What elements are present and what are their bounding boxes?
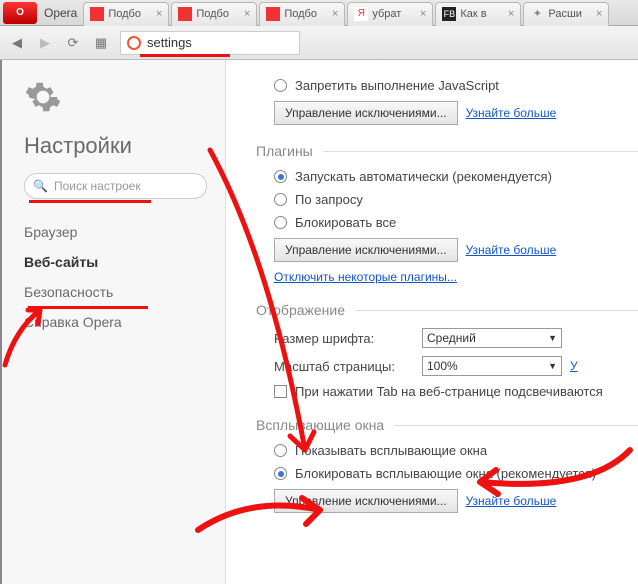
chevron-down-icon: ▼ xyxy=(548,333,557,343)
close-icon[interactable]: × xyxy=(508,8,514,20)
js-learn-link[interactable]: Узнайте больше xyxy=(466,106,557,120)
opera-menu-button[interactable]: O xyxy=(3,2,37,24)
tab-5[interactable]: ✦Расши× xyxy=(523,2,609,26)
bars-icon xyxy=(266,7,280,21)
close-icon[interactable]: × xyxy=(244,8,250,20)
yandex-icon: Я xyxy=(354,7,368,21)
tab-0[interactable]: Подбо× xyxy=(83,2,169,26)
sidebar-item-security[interactable]: Безопасность xyxy=(24,277,207,307)
back-button[interactable]: ◀ xyxy=(8,34,26,52)
sidebar-item-browser[interactable]: Браузер xyxy=(24,217,207,247)
tabstrip: Подбо× Подбо× Подбо× Яубрат× FBКак в× ✦Р… xyxy=(83,0,638,26)
section-popups: Всплывающие окна xyxy=(256,417,638,433)
plugins-exceptions-button[interactable]: Управление исключениями... xyxy=(274,238,458,262)
checkbox-tab-highlight[interactable] xyxy=(274,385,287,398)
fb-icon: FB xyxy=(442,7,456,21)
plugins-learn-link[interactable]: Узнайте больше xyxy=(466,243,557,257)
font-size-label: Размер шрифта: xyxy=(274,331,414,346)
radio-plugins-ondemand[interactable] xyxy=(274,193,287,206)
search-input[interactable]: 🔍 Поиск настроек xyxy=(24,173,207,199)
section-display: Отображение xyxy=(256,302,638,318)
popups-exceptions-button[interactable]: Управление исключениями... xyxy=(274,489,458,513)
close-icon[interactable]: × xyxy=(420,8,426,20)
zoom-select[interactable]: 100%▼ xyxy=(422,356,562,376)
puzzle-icon: ✦ xyxy=(530,7,544,21)
speed-dial-button[interactable]: ▦ xyxy=(92,34,110,52)
bars-icon xyxy=(178,7,192,21)
zoom-learn-link[interactable]: У xyxy=(570,359,578,373)
label-tab-highlight: При нажатии Tab на веб-странице подсвечи… xyxy=(295,384,603,399)
label-plugins-ondemand: По запросу xyxy=(295,192,363,207)
label-popups-block: Блокировать всплывающие окна (рекомендуе… xyxy=(295,466,596,481)
sidebar-item-help[interactable]: Справка Opera xyxy=(24,307,207,337)
chevron-down-icon: ▼ xyxy=(548,361,557,371)
js-exceptions-button[interactable]: Управление исключениями... xyxy=(274,101,458,125)
close-icon[interactable]: × xyxy=(156,8,162,20)
sidebar-item-websites[interactable]: Веб-сайты xyxy=(24,247,207,277)
address-value: settings xyxy=(147,35,192,50)
label-js-disable: Запретить выполнение JavaScript xyxy=(295,78,499,93)
close-icon[interactable]: × xyxy=(332,8,338,20)
bars-icon xyxy=(90,7,104,21)
zoom-label: Масштаб страницы: xyxy=(274,359,414,374)
reload-button[interactable]: ⟳ xyxy=(64,34,82,52)
popups-learn-link[interactable]: Узнайте больше xyxy=(466,494,557,508)
toolbar: ◀ ▶ ⟳ ▦ settings xyxy=(0,26,638,60)
radio-plugins-auto[interactable] xyxy=(274,170,287,183)
label-plugins-block: Блокировать все xyxy=(295,215,396,230)
tab-3[interactable]: Яубрат× xyxy=(347,2,433,26)
gear-icon xyxy=(24,78,62,116)
radio-js-disable[interactable] xyxy=(274,79,287,92)
plugins-disable-link[interactable]: Отключить некоторые плагины... xyxy=(274,270,457,284)
main-content: Запретить выполнение JavaScript Управлен… xyxy=(226,60,638,584)
radio-popups-block[interactable] xyxy=(274,467,287,480)
sidebar: Настройки 🔍 Поиск настроек Браузер Веб-с… xyxy=(2,60,226,584)
section-plugins: Плагины xyxy=(256,143,638,159)
label-plugins-auto: Запускать автоматически (рекомендуется) xyxy=(295,169,552,184)
forward-button[interactable]: ▶ xyxy=(36,34,54,52)
tab-2[interactable]: Подбо× xyxy=(259,2,345,26)
search-placeholder: Поиск настроек xyxy=(54,179,141,193)
close-icon[interactable]: × xyxy=(596,8,602,20)
search-icon: 🔍 xyxy=(33,179,48,193)
settings-title: Настройки xyxy=(24,133,207,159)
label-popups-show: Показывать всплывающие окна xyxy=(295,443,487,458)
titlebar: O Opera Подбо× Подбо× Подбо× Яубрат× FBК… xyxy=(0,0,638,26)
opera-icon xyxy=(127,36,141,50)
address-bar[interactable]: settings xyxy=(120,31,300,55)
radio-plugins-block[interactable] xyxy=(274,216,287,229)
tab-4[interactable]: FBКак в× xyxy=(435,2,521,26)
radio-popups-show[interactable] xyxy=(274,444,287,457)
font-size-select[interactable]: Средний▼ xyxy=(422,328,562,348)
opera-label: Opera xyxy=(44,6,77,20)
tab-1[interactable]: Подбо× xyxy=(171,2,257,26)
